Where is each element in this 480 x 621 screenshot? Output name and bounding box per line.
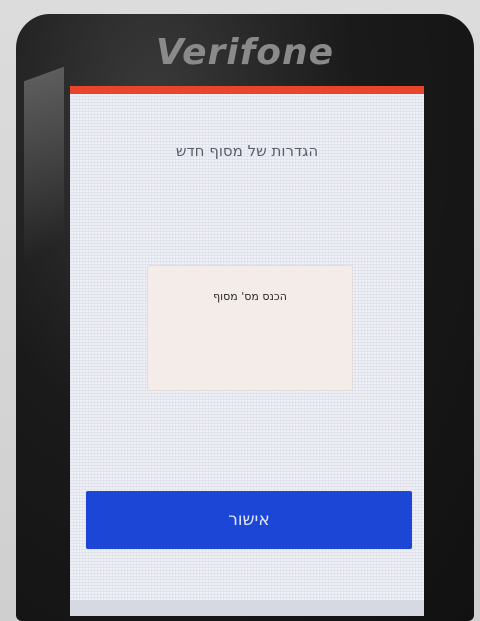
screen-title: הגדרות של מסוף חדש — [175, 142, 319, 160]
brand-logo: Verifone — [155, 32, 335, 73]
terminal-number-prompt[interactable]: הכנס מס' מסוף — [148, 266, 352, 390]
prompt-text: הכנס מס' מסוף — [213, 290, 287, 303]
bottom-strip — [70, 600, 424, 616]
accent-bar — [70, 86, 424, 94]
terminal-screen: הגדרות של מסוף חדש הכנס מס' מסוף אישור — [70, 86, 424, 616]
payment-terminal: Verifone הגדרות של מסוף חדש הכנס מס' מסו… — [16, 14, 474, 621]
confirm-button[interactable]: אישור — [86, 491, 412, 549]
